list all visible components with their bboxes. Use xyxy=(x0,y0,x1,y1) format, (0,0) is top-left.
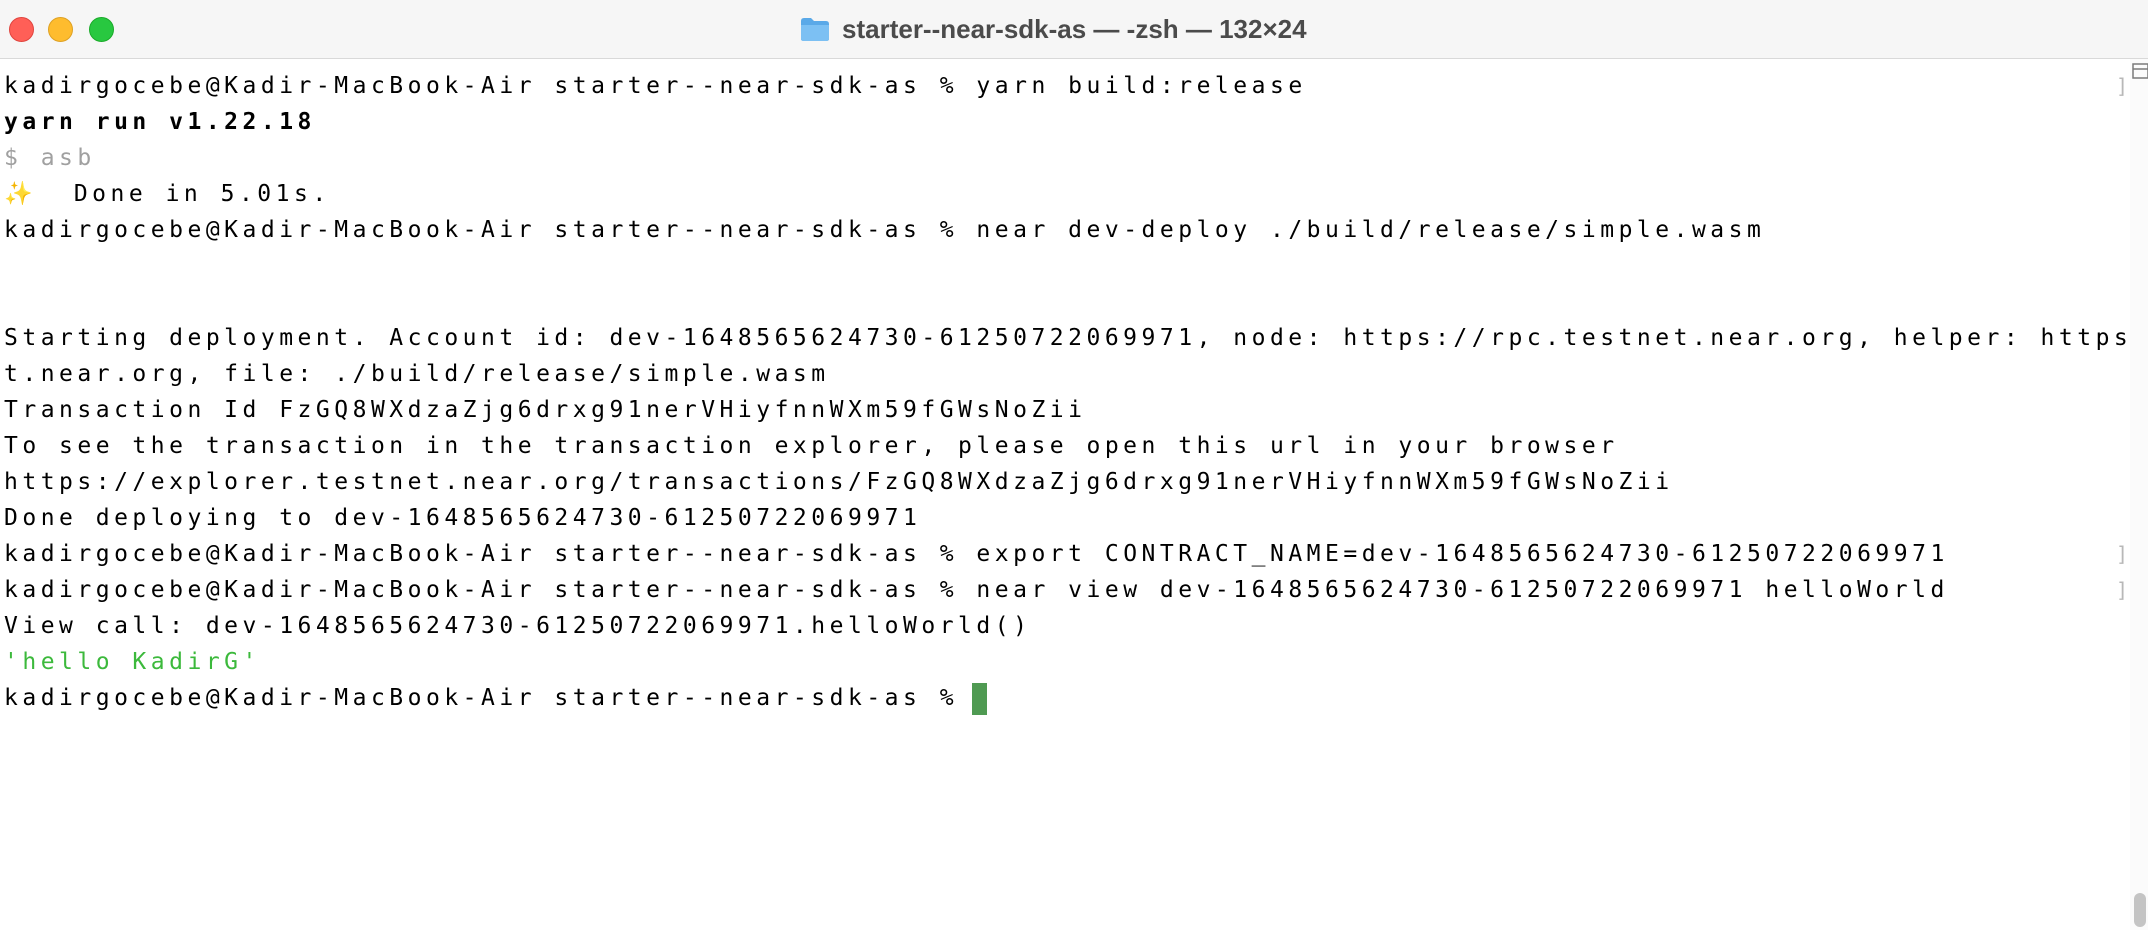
output-text: Done in 5.01s. xyxy=(37,181,331,207)
terminal-line: kadirgocebe@Kadir-MacBook-Air starter--n… xyxy=(4,572,1949,608)
terminal-line: kadirgocebe@Kadir-MacBook-Air starter--n… xyxy=(4,68,1307,104)
folder-icon xyxy=(801,18,829,41)
terminal-line: yarn run v1.22.18 xyxy=(4,109,316,135)
shell-prompt: kadirgocebe@Kadir-MacBook-Air starter--n… xyxy=(4,541,959,567)
terminal-line: $ asb xyxy=(4,145,96,171)
scrollbar-thumb[interactable] xyxy=(2134,893,2146,927)
terminal-line: To see the transaction in the transactio… xyxy=(4,433,1619,459)
terminal-line: Transaction Id FzGQ8WXdzaZjg6drxg91nerVH… xyxy=(4,397,1087,423)
terminal-line: Starting deployment. Account id: dev-164… xyxy=(4,325,2148,351)
zoom-window-button[interactable] xyxy=(89,17,114,42)
shell-prompt: kadirgocebe@Kadir-MacBook-Air starter--n… xyxy=(4,577,959,603)
sparkles-icon: ✨ xyxy=(4,181,38,207)
terminal-line: t.near.org, file: ./build/release/simple… xyxy=(4,361,830,387)
close-window-button[interactable] xyxy=(9,17,34,42)
text-cursor[interactable] xyxy=(972,682,988,715)
window-title: starter--near-sdk-as — -zsh — 132×24 xyxy=(842,13,1307,44)
scrollbar-track[interactable] xyxy=(2130,59,2148,930)
minimize-window-button[interactable] xyxy=(48,17,73,42)
command-text: near dev-deploy ./build/release/simple.w… xyxy=(976,217,1766,243)
terminal-line: kadirgocebe@Kadir-MacBook-Air starter--n… xyxy=(4,536,1949,572)
terminal-output[interactable]: kadirgocebe@Kadir-MacBook-Air starter--n… xyxy=(0,68,2148,928)
terminal-window: starter--near-sdk-as — -zsh — 132×24 kad… xyxy=(0,0,2148,930)
shell-prompt: kadirgocebe@Kadir-MacBook-Air starter--n… xyxy=(4,217,959,243)
terminal-line: View call: dev-1648565624730-61250722069… xyxy=(4,613,1032,639)
window-title-group: starter--near-sdk-as — -zsh — 132×24 xyxy=(800,13,1307,45)
title-bar[interactable]: starter--near-sdk-as — -zsh — 132×24 xyxy=(0,0,2148,59)
shell-prompt: kadirgocebe@Kadir-MacBook-Air starter--n… xyxy=(4,685,959,711)
terminal-line: kadirgocebe@Kadir-MacBook-Air starter--n… xyxy=(4,680,988,716)
command-text: export CONTRACT_NAME=dev-1648565624730-6… xyxy=(976,541,1949,567)
terminal-line: Done deploying to dev-1648565624730-6125… xyxy=(4,505,922,531)
command-text: yarn build:release xyxy=(976,73,1307,99)
split-pane-icon[interactable] xyxy=(2132,62,2148,80)
terminal-line: 'hello KadirG' xyxy=(4,649,261,675)
terminal-line: https://explorer.testnet.near.org/transa… xyxy=(4,469,1674,495)
shell-prompt: kadirgocebe@Kadir-MacBook-Air starter--n… xyxy=(4,73,959,99)
command-text: near view dev-1648565624730-612507220699… xyxy=(976,577,1949,603)
terminal-line: ✨ Done in 5.01s. xyxy=(4,176,331,212)
terminal-line: kadirgocebe@Kadir-MacBook-Air starter--n… xyxy=(4,212,1765,248)
